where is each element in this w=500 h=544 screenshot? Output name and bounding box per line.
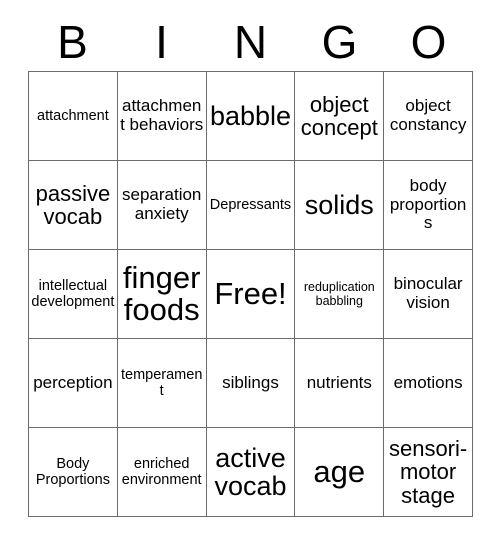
bingo-cell-label: object constancy: [389, 96, 467, 134]
bingo-cell-r4c3[interactable]: siblings: [206, 339, 296, 428]
bingo-cell-label: Free!: [214, 275, 287, 311]
bingo-cell-r5c1[interactable]: Body Proportions: [29, 428, 118, 517]
bingo-cell-label: active vocab: [214, 442, 287, 501]
bingo-cell-r2c1[interactable]: passive vocab: [29, 161, 118, 250]
bingo-cell-label: body proportions: [389, 175, 467, 233]
bingo-cell-label: siblings: [222, 372, 279, 392]
bingo-cell-label: enriched environment: [121, 455, 202, 488]
bingo-card: B I N G O attachment attachment behavior…: [0, 0, 500, 544]
bingo-cell-label: babble: [209, 100, 292, 131]
bingo-cell-label: Body Proportions: [35, 455, 110, 488]
bingo-cell-r5c2[interactable]: enriched environment: [117, 428, 207, 517]
bingo-cell-r5c4[interactable]: age: [295, 428, 385, 517]
bingo-cell-label: temperament: [120, 366, 203, 399]
bingo-header-letter-o: O: [410, 16, 447, 68]
bingo-cell-r3c5[interactable]: binocular vision: [384, 250, 473, 339]
bingo-cell-r3c1[interactable]: intellectual development: [29, 250, 118, 339]
bingo-cell-r2c2[interactable]: separation anxiety: [117, 161, 207, 250]
bingo-header-letter-i: I: [155, 16, 168, 68]
bingo-cell-r2c4[interactable]: solids: [295, 161, 385, 250]
bingo-cell-r5c5[interactable]: sensori-motor stage: [384, 428, 473, 517]
bingo-cell-r2c3[interactable]: Depressants: [206, 161, 296, 250]
bingo-cell-r3c4[interactable]: reduplication babbling: [295, 250, 385, 339]
bingo-cell-r1c4[interactable]: object concept: [295, 72, 385, 161]
bingo-cell-r4c2[interactable]: temperament: [117, 339, 207, 428]
bingo-cell-r1c3[interactable]: babble: [206, 72, 296, 161]
bingo-cell-r4c4[interactable]: nutrients: [295, 339, 385, 428]
bingo-cell-label: finger foods: [122, 259, 201, 327]
bingo-header-letter-g: G: [321, 16, 358, 68]
bingo-cell-label: passive vocab: [35, 180, 111, 229]
bingo-cell-label: nutrients: [306, 372, 372, 392]
bingo-header-letter-b: B: [57, 16, 88, 68]
bingo-cell-r1c2[interactable]: attachment behaviors: [117, 72, 207, 161]
bingo-cell-label: Depressants: [209, 196, 292, 213]
bingo-cell-label: attachment: [37, 107, 109, 124]
bingo-cell-label: separation anxiety: [122, 185, 202, 223]
bingo-cell-label: solids: [304, 189, 374, 220]
bingo-cell-label: age: [313, 453, 366, 489]
bingo-cell-free-space[interactable]: Free!: [206, 250, 296, 339]
bingo-cell-r3c2[interactable]: finger foods: [117, 250, 207, 339]
bingo-cell-label: emotions: [393, 372, 463, 392]
bingo-cell-r1c1[interactable]: attachment: [29, 72, 118, 161]
bingo-cell-r1c5[interactable]: object constancy: [384, 72, 473, 161]
bingo-cell-label: perception: [33, 372, 113, 392]
bingo-cell-label: object concept: [300, 91, 378, 140]
bingo-cell-label: attachment behaviors: [120, 96, 204, 134]
bingo-header-row: B I N G O: [28, 14, 473, 70]
bingo-cell-label: intellectual development: [31, 277, 115, 310]
bingo-cell-label: reduplication babbling: [303, 280, 375, 308]
bingo-cell-label: sensori-motor stage: [388, 436, 468, 508]
bingo-cell-r4c5[interactable]: emotions: [384, 339, 473, 428]
bingo-cell-r4c1[interactable]: perception: [29, 339, 118, 428]
bingo-grid: attachment attachment behaviors babble o…: [28, 71, 473, 517]
bingo-cell-r2c5[interactable]: body proportions: [384, 161, 473, 250]
bingo-cell-r5c3[interactable]: active vocab: [206, 428, 296, 517]
bingo-header-letter-n: N: [233, 16, 268, 68]
bingo-cell-label: binocular vision: [393, 274, 463, 312]
